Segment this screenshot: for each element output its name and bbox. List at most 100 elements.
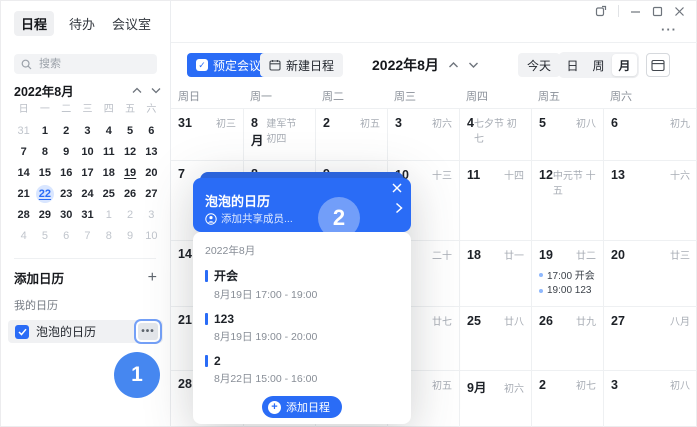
add-members-link[interactable]: 添加共享成员... [205, 211, 293, 226]
search-input[interactable] [37, 57, 150, 71]
view-tab-day[interactable]: 日 [560, 54, 585, 76]
mini-day[interactable]: 5 [119, 120, 140, 141]
mini-day[interactable]: 9 [56, 141, 77, 162]
mini-next-month-icon[interactable] [151, 87, 161, 94]
mini-day[interactable]: 21 [13, 183, 34, 204]
mini-day[interactable]: 6 [141, 120, 162, 141]
tab-meeting-rooms[interactable]: 会议室 [110, 11, 153, 36]
calendar-more-button[interactable]: ••• [138, 323, 158, 340]
mini-day[interactable]: 7 [13, 141, 34, 162]
mini-day[interactable]: 3 [77, 120, 98, 141]
mini-day[interactable]: 6 [56, 225, 77, 246]
mini-day[interactable]: 14 [13, 162, 34, 183]
mini-day[interactable]: 2 [119, 204, 140, 225]
popup-event-titlerow: 开会 [205, 267, 399, 284]
add-calendar-plus-icon[interactable]: + [148, 271, 157, 285]
search-box[interactable] [14, 54, 157, 74]
mini-day[interactable]: 17 [77, 162, 98, 183]
grid-cell[interactable]: 13十六 [603, 160, 697, 240]
popup-event[interactable]: 28月22日 15:00 - 16:00 [205, 354, 399, 386]
mini-day[interactable]: 22 [34, 183, 55, 204]
grid-cell[interactable]: 31初三 [171, 108, 243, 160]
grid-cell[interactable]: 12中元节 十五 [531, 160, 603, 240]
new-event-button[interactable]: 新建日程 [260, 53, 343, 77]
minimize-icon[interactable] [630, 6, 641, 17]
next-month-icon[interactable] [468, 61, 479, 69]
mini-day[interactable]: 7 [77, 225, 98, 246]
grid-cell[interactable]: 18廿一 [459, 240, 531, 306]
cell-event[interactable]: 17:00 开会 [539, 267, 596, 282]
mini-day[interactable]: 4 [13, 225, 34, 246]
mini-day[interactable]: 1 [98, 204, 119, 225]
today-button[interactable]: 今天 [518, 53, 560, 77]
mini-day[interactable]: 10 [141, 225, 162, 246]
grid-cell[interactable]: 2初五 [315, 108, 387, 160]
maximize-icon[interactable] [652, 6, 663, 17]
mini-day[interactable]: 8 [98, 225, 119, 246]
popout-icon[interactable] [595, 5, 607, 17]
grid-cell[interactable]: 19廿二17:00 开会19:00 123 [531, 240, 603, 306]
view-tab-week[interactable]: 周 [586, 54, 611, 76]
more-options-icon[interactable]: ··· [661, 22, 677, 37]
grid-cell[interactable]: 2初七 [531, 370, 603, 427]
cell-event[interactable]: 19:00 123 [539, 285, 596, 296]
mini-day[interactable]: 8 [34, 141, 55, 162]
popup-event[interactable]: 开会8月19日 17:00 - 19:00 [205, 267, 399, 302]
mini-day[interactable]: 15 [34, 162, 55, 183]
grid-cell[interactable]: 9月初六 [459, 370, 531, 427]
mini-day[interactable]: 10 [77, 141, 98, 162]
popup-event-time: 8月19日 19:00 - 20:00 [214, 329, 399, 344]
layout-view-button[interactable] [646, 53, 670, 77]
grid-cell[interactable]: 3初八 [603, 370, 697, 427]
grid-cell[interactable]: 20廿三 [603, 240, 697, 306]
mini-day[interactable]: 12 [119, 141, 140, 162]
mini-day[interactable]: 18 [98, 162, 119, 183]
mini-day[interactable]: 9 [119, 225, 140, 246]
tab-schedule[interactable]: 日程 [14, 11, 54, 36]
mini-day[interactable]: 1 [34, 120, 55, 141]
tab-todo[interactable]: 待办 [67, 11, 97, 36]
mini-day[interactable]: 29 [34, 204, 55, 225]
grid-cell[interactable]: 27八月 [603, 306, 697, 370]
mini-day[interactable]: 16 [56, 162, 77, 183]
book-meeting-label: 预定会议 [213, 57, 261, 74]
grid-cell[interactable]: 4七夕节 初七 [459, 108, 531, 160]
prev-month-icon[interactable] [448, 61, 459, 69]
mini-day[interactable]: 20 [141, 162, 162, 183]
mini-day[interactable]: 3 [141, 204, 162, 225]
popup-close-icon[interactable] [392, 183, 402, 193]
mini-day[interactable]: 2 [56, 120, 77, 141]
add-member-icon [205, 213, 217, 225]
calendar-checkbox[interactable] [15, 325, 29, 339]
mini-day[interactable]: 4 [98, 120, 119, 141]
close-icon[interactable] [674, 6, 685, 17]
mini-day[interactable]: 27 [141, 183, 162, 204]
mini-day[interactable]: 19 [119, 162, 140, 183]
mini-day[interactable]: 25 [98, 183, 119, 204]
popup-next-icon[interactable] [395, 202, 403, 214]
mini-day[interactable]: 26 [119, 183, 140, 204]
grid-cell[interactable]: 3初六 [387, 108, 459, 160]
mini-day[interactable]: 23 [56, 183, 77, 204]
mini-day[interactable]: 30 [56, 204, 77, 225]
book-meeting-button[interactable]: ✓ 预定会议 [187, 53, 270, 77]
mini-day[interactable]: 5 [34, 225, 55, 246]
mini-day[interactable]: 31 [77, 204, 98, 225]
view-tab-month[interactable]: 月 [612, 54, 637, 76]
grid-cell[interactable]: 6初九 [603, 108, 697, 160]
grid-cell[interactable]: 11十四 [459, 160, 531, 240]
grid-cell[interactable]: 8月建军节 初四 [243, 108, 315, 160]
grid-cell[interactable]: 26廿九 [531, 306, 603, 370]
grid-cell[interactable]: 5初八 [531, 108, 603, 160]
calendar-list-item[interactable]: 泡泡的日历 ••• [8, 320, 163, 343]
add-event-button[interactable]: + 添加日程 [262, 396, 342, 418]
mini-prev-month-icon[interactable] [132, 87, 142, 94]
mini-day[interactable]: 28 [13, 204, 34, 225]
mini-day[interactable]: 13 [141, 141, 162, 162]
grid-cell[interactable]: 25廿八 [459, 306, 531, 370]
mini-day[interactable]: 24 [77, 183, 98, 204]
shared-calendar-popup: 泡泡的日历 添加共享成员... 2 2022年8月 开会8月19日 17:00 … [193, 172, 411, 424]
mini-day[interactable]: 31 [13, 120, 34, 141]
popup-event[interactable]: 1238月19日 19:00 - 20:00 [205, 312, 399, 344]
mini-day[interactable]: 11 [98, 141, 119, 162]
